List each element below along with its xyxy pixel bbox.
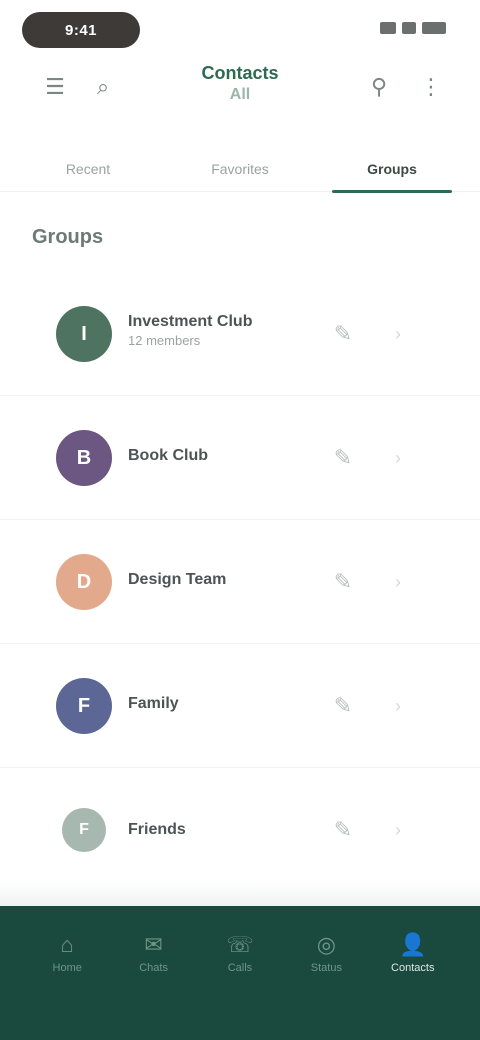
battery-icon <box>422 22 446 34</box>
nav-label: Home <box>52 962 82 974</box>
phone-icon: ☏ <box>226 932 254 957</box>
search-icon[interactable]: ⌕ <box>88 72 118 102</box>
wifi-icon <box>402 22 416 34</box>
group-list: I Investment Club 12 members ✎ › B Book … <box>0 272 480 892</box>
signal-icon <box>380 22 396 34</box>
list-item[interactable]: B Book Club ✎ › <box>0 396 480 520</box>
list-item[interactable]: F Family ✎ › <box>0 644 480 768</box>
app-bar: ☰ ⌕ Contacts All ⚲ ⋮ <box>0 56 480 128</box>
list-item-text: Book Club <box>128 446 298 466</box>
tab-recent[interactable]: Recent <box>18 146 158 192</box>
bottom-nav: ⌂ Home ✉ Chats ☏ Calls ◎ Status 👤 Contac… <box>0 906 480 1040</box>
chevron-right-icon: › <box>395 695 401 716</box>
nav-label: Chats <box>139 962 168 974</box>
page-title: Contacts All <box>150 62 330 106</box>
status-icons <box>380 22 446 34</box>
edit-icon[interactable]: ✎ <box>318 814 368 846</box>
avatar: I <box>56 306 112 362</box>
page-title-text: Contacts <box>201 63 279 83</box>
more-icon[interactable]: ⋮ <box>416 72 446 102</box>
list-item[interactable]: I Investment Club 12 members ✎ › <box>0 272 480 396</box>
list-item-name: Design Team <box>128 571 227 588</box>
list-item-name: Friends <box>128 821 186 838</box>
edit-icon[interactable]: ✎ <box>318 690 368 722</box>
nav-item-home[interactable]: ⌂ Home <box>34 906 100 1002</box>
nav-item-chats[interactable]: ✉ Chats <box>121 906 187 1002</box>
avatar: D <box>56 554 112 610</box>
tab-groups[interactable]: Groups <box>322 146 462 193</box>
edit-icon[interactable]: ✎ <box>318 566 368 598</box>
edit-icon[interactable]: ✎ <box>318 318 368 350</box>
tab-favorites[interactable]: Favorites <box>170 146 310 192</box>
status-time-pill: 9:41 <box>22 12 140 48</box>
chevron-right-icon: › <box>395 447 401 468</box>
menu-icon[interactable]: ☰ <box>40 72 70 102</box>
edit-icon[interactable]: ✎ <box>318 442 368 474</box>
avatar: F <box>62 808 106 852</box>
avatar: B <box>56 430 112 486</box>
list-item[interactable]: D Design Team ✎ › <box>0 520 480 644</box>
nav-label: Calls <box>227 962 253 974</box>
status-bar: 9:41 <box>0 0 480 56</box>
status-time: 9:41 <box>64 21 98 39</box>
page-subtitle-text: All <box>229 86 251 103</box>
filter-icon[interactable]: ⚲ <box>364 72 394 102</box>
tab-bar: Recent Favorites Groups <box>0 146 480 193</box>
list-item-subtitle: 12 members <box>128 333 201 348</box>
chevron-right-icon: › <box>395 571 401 592</box>
list-item-text: Design Team <box>128 570 298 590</box>
home-icon: ⌂ <box>60 932 74 957</box>
list-item-name: Investment Club <box>128 313 253 330</box>
nav-label: Contacts <box>391 962 435 974</box>
chevron-right-icon: › <box>395 323 401 344</box>
list-item-text: Friends <box>128 820 298 840</box>
section-title: Groups <box>32 226 104 248</box>
list-item-text: Family <box>128 694 298 714</box>
nav-item-calls[interactable]: ☏ Calls <box>207 906 273 1002</box>
list-item[interactable]: F Friends ✎ › <box>0 768 480 892</box>
chevron-right-icon: › <box>395 819 401 840</box>
nav-item-contacts[interactable]: 👤 Contacts <box>380 906 446 1002</box>
list-item-name: Book Club <box>128 447 208 464</box>
person-icon: 👤 <box>399 932 427 957</box>
app-bar-left: ☰ ⌕ <box>40 72 118 102</box>
status-icon: ◎ <box>316 932 336 957</box>
list-item-text: Investment Club 12 members <box>128 312 298 350</box>
app-bar-right: ⚲ ⋮ <box>364 72 446 102</box>
chat-icon: ✉ <box>144 932 163 957</box>
nav-label: Status <box>310 962 342 974</box>
avatar: F <box>56 678 112 734</box>
list-item-name: Family <box>128 695 179 712</box>
nav-item-status[interactable]: ◎ Status <box>293 906 359 1002</box>
